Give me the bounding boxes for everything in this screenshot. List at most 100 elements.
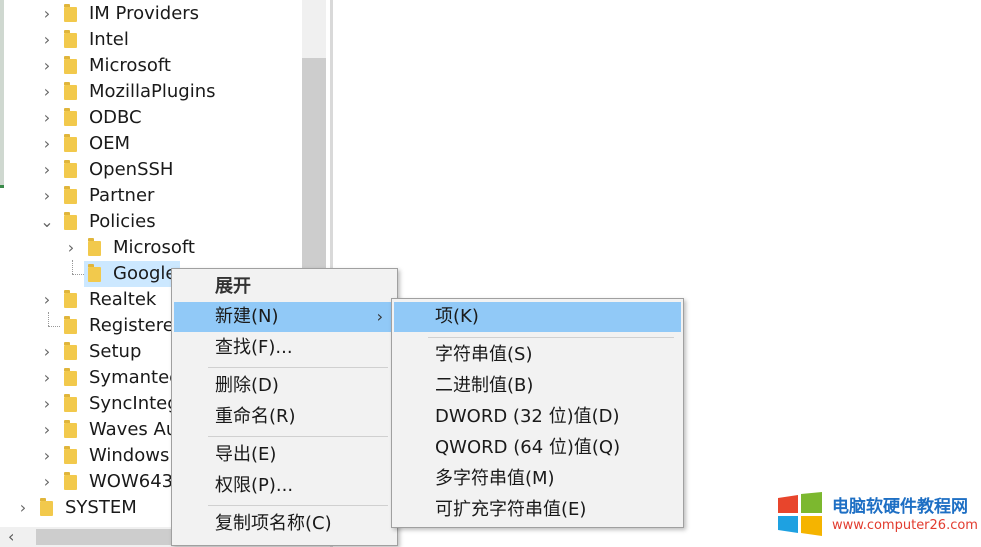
submenu-item-multi-string-value[interactable]: 多字符串值(M) [394,464,681,494]
folder-icon [88,238,101,256]
tree-item-label: SYSTEM [65,497,137,518]
context-menu: 展开 新建(N) › 查找(F)... 删除(D) 重命名(R) 导出(E) 权… [171,268,398,546]
menu-separator [208,436,388,437]
submenu-arrow-icon: › [376,307,383,326]
new-submenu: 项(K) 字符串值(S) 二进制值(B) DWORD (32 位)值(D) QW… [391,298,684,528]
menu-item-new[interactable]: 新建(N) › [174,302,395,332]
submenu-item-dword-value[interactable]: DWORD (32 位)值(D) [394,402,681,432]
menu-item-label: 复制项名称(C) [215,513,332,534]
folder-icon [64,82,77,100]
chevron-right-icon[interactable]: › [40,339,54,365]
scroll-left-icon[interactable]: ‹ [8,527,14,547]
chevron-right-icon[interactable]: › [40,183,54,209]
tree-item-label: Windows [89,445,170,466]
submenu-item-qword-value[interactable]: QWORD (64 位)值(Q) [394,433,681,463]
tree-connector [48,312,49,326]
tree-item-label: ODBC [89,107,142,128]
folder-icon [40,498,53,516]
menu-item-label: 删除(D) [215,375,279,396]
site-watermark: 电脑软硬件教程网 www.computer26.com [776,490,978,538]
tree-connector [72,260,73,274]
chevron-right-icon[interactable]: › [40,469,54,495]
menu-item-label: 查找(F)... [215,337,293,358]
folder-icon [64,186,77,204]
submenu-item-string-value[interactable]: 字符串值(S) [394,340,681,370]
horizontal-scrollbar-thumb[interactable] [36,529,176,545]
menu-item-label: 字符串值(S) [435,344,533,365]
tree-item-label: Registere [89,315,174,336]
tree-item-label: Symantec [89,367,180,388]
folder-icon [64,108,77,126]
tree-item-label: Policies [89,211,156,232]
chevron-right-icon[interactable]: › [40,417,54,443]
tree-item-label: Google [113,263,177,284]
chevron-right-icon[interactable]: › [40,287,54,313]
menu-item-label: 新建(N) [215,306,279,327]
tree-item-label: Realtek [89,289,157,310]
folder-icon [64,134,77,152]
folder-icon [64,4,77,22]
folder-icon [88,264,101,282]
chevron-right-icon[interactable]: › [40,79,54,105]
menu-item-label: DWORD (32 位)值(D) [435,406,620,427]
menu-item-rename[interactable]: 重命名(R) [174,402,395,432]
menu-item-export[interactable]: 导出(E) [174,440,395,470]
tree-item-label: IM Providers [89,3,200,24]
folder-icon [64,472,77,490]
menu-item-find[interactable]: 查找(F)... [174,333,395,363]
tree-item-label: Microsoft [89,55,171,76]
chevron-right-icon[interactable]: › [40,27,54,53]
tree-item-label: Intel [89,29,129,50]
folder-icon [64,290,77,308]
chevron-right-icon[interactable]: › [40,443,54,469]
chevron-right-icon[interactable]: › [40,53,54,79]
tree-item-label: OpenSSH [89,159,174,180]
menu-item-permissions[interactable]: 权限(P)... [174,471,395,501]
tree-item-label: Partner [89,185,155,206]
submenu-item-key[interactable]: 项(K) [394,302,681,332]
menu-item-label: 多字符串值(M) [435,468,555,489]
tree-connector [48,326,60,327]
menu-item-delete[interactable]: 删除(D) [174,371,395,401]
chevron-right-icon[interactable]: › [40,391,54,417]
folder-icon [64,316,77,334]
watermark-url: www.computer26.com [832,518,978,533]
tree-item-label: WOW643 [89,471,174,492]
menu-item-label: QWORD (64 位)值(Q) [435,437,621,458]
folder-icon [64,420,77,438]
chevron-right-icon[interactable]: › [40,1,54,27]
menu-item-label: 项(K) [435,306,479,327]
chevron-right-icon[interactable]: › [40,105,54,131]
folder-icon [64,160,77,178]
menu-item-copy-key-name[interactable]: 复制项名称(C) [174,509,395,539]
menu-item-label: 导出(E) [215,444,277,465]
watermark-title: 电脑软硬件教程网 [832,497,968,517]
folder-icon [64,212,77,230]
tree-item-label: Setup [89,341,142,362]
chevron-right-icon[interactable]: › [64,235,78,261]
tree-connector [72,274,84,275]
chevron-right-icon[interactable]: › [16,495,30,521]
folder-icon [64,30,77,48]
submenu-item-expandable-string-value[interactable]: 可扩充字符串值(E) [394,495,681,525]
menu-separator [208,505,388,506]
menu-item-label: 可扩充字符串值(E) [435,499,587,520]
menu-item-label: 权限(P)... [215,475,294,496]
submenu-item-binary-value[interactable]: 二进制值(B) [394,371,681,401]
tree-item-label: SyncInteg [89,393,179,414]
menu-item-label: 二进制值(B) [435,375,534,396]
tree-item-label: MozillaPlugins [89,81,216,102]
chevron-right-icon[interactable]: › [40,157,54,183]
menu-separator [428,337,674,338]
chevron-down-icon[interactable]: ⌄ [40,209,54,235]
chevron-right-icon[interactable]: › [40,365,54,391]
left-accent-bar [0,0,4,188]
windows-logo-icon [778,492,822,536]
folder-icon [64,394,77,412]
chevron-right-icon[interactable]: › [40,131,54,157]
menu-item-expand[interactable]: 展开 [174,272,395,302]
menu-item-label: 重命名(R) [215,406,296,427]
tree-item-label: OEM [89,133,131,154]
tree-item-label: Waves Au [89,419,178,440]
menu-item-label: 展开 [215,276,251,297]
